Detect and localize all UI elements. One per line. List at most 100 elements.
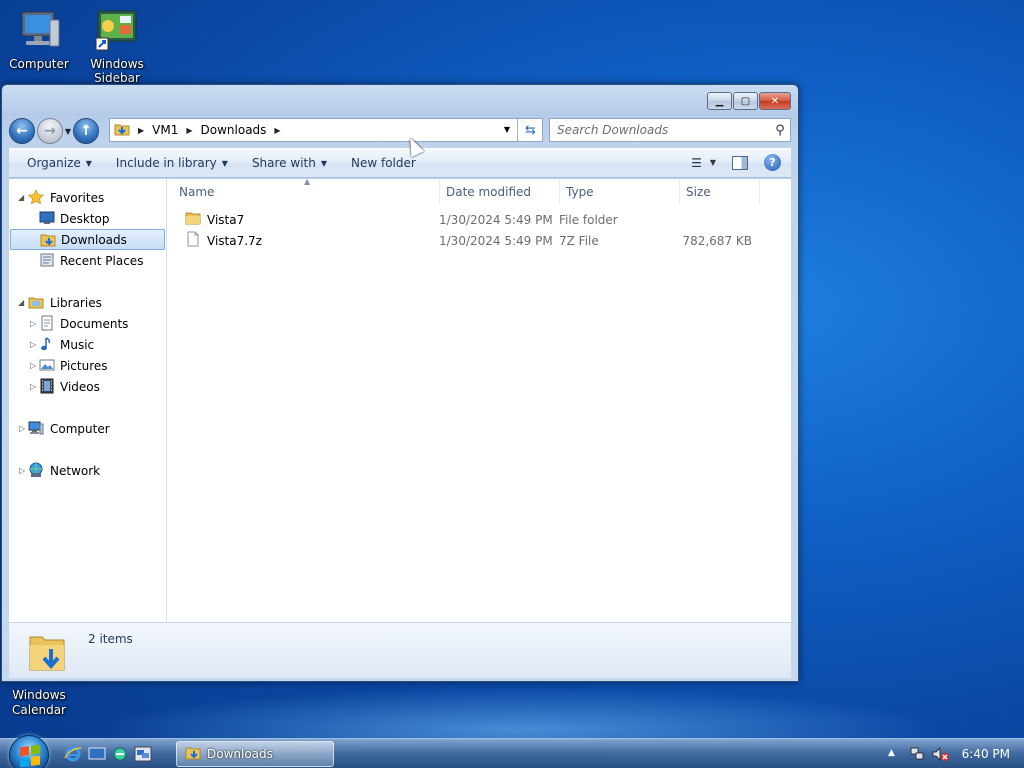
show-desktop-icon[interactable] <box>88 746 106 762</box>
clock[interactable]: 6:40 PM <box>962 747 1010 761</box>
new-folder-button[interactable]: New folder <box>339 156 428 170</box>
file-date-modified: 1/30/2024 5:49 PM <box>439 212 553 227</box>
column-label: Size <box>686 185 711 199</box>
collapsed-triangle-icon[interactable]: ▷ <box>30 382 36 391</box>
collapsed-triangle-icon[interactable]: ▷ <box>19 424 25 433</box>
volume-muted-icon[interactable] <box>932 746 950 765</box>
include-in-library-menu[interactable]: Include in library ▼ <box>104 156 240 170</box>
tree-item-libraries[interactable]: ◢ Libraries <box>9 292 166 313</box>
minimize-button[interactable]: ▁ <box>707 92 732 110</box>
back-arrow-icon: ← <box>16 123 28 139</box>
show-hidden-icons-button[interactable]: ▲ <box>888 748 895 758</box>
expanded-triangle-icon[interactable]: ◢ <box>18 193 24 202</box>
organize-menu[interactable]: Organize ▼ <box>15 156 104 170</box>
desktop-icon <box>39 210 55 226</box>
tree-item-network[interactable]: ▷ Network <box>9 460 166 481</box>
breadcrumb-separator-icon[interactable]: ▶ <box>274 126 280 135</box>
videos-icon <box>39 378 55 394</box>
minimize-icon: ▁ <box>715 95 724 107</box>
breadcrumb-separator-icon[interactable]: ▶ <box>186 126 192 135</box>
close-button[interactable]: ✕ <box>759 92 791 110</box>
column-header-date-modified[interactable]: Date modified <box>440 179 560 205</box>
desktop-icon-label: Computer <box>9 57 69 71</box>
recent-places-icon <box>39 252 55 268</box>
tree-item-pictures[interactable]: ▷ Pictures <box>9 355 166 376</box>
search-box: ⚲ <box>549 118 791 142</box>
downloads-folder-icon <box>185 745 201 764</box>
tree-item-documents[interactable]: ▷ Documents <box>9 313 166 334</box>
tree-item-desktop[interactable]: Desktop <box>9 208 166 229</box>
share-with-menu[interactable]: Share with ▼ <box>240 156 339 170</box>
chevron-down-icon: ▼ <box>320 158 327 168</box>
chevron-down-icon: ▼ <box>85 158 92 168</box>
tree-label-videos: Videos <box>60 379 100 394</box>
start-button[interactable] <box>9 735 49 768</box>
navigation-bar: ← → ▼ ↑ ▶ VM1 ▶ Downloads ▶ ▼ ⇆ ⚲ <box>9 117 791 145</box>
desktop-icon-windows-calendar[interactable]: Windows Calendar <box>1 688 77 718</box>
downloads-folder-icon <box>40 232 56 248</box>
switch-windows-icon[interactable] <box>111 746 129 762</box>
tree-item-computer[interactable]: ▷ Computer <box>9 418 166 439</box>
column-label: Type <box>566 185 594 199</box>
search-input[interactable] <box>550 123 770 137</box>
back-button[interactable]: ← <box>9 118 35 144</box>
collapsed-triangle-icon[interactable]: ▷ <box>30 340 36 349</box>
close-icon: ✕ <box>770 95 780 107</box>
tree-label-network: Network <box>50 463 101 478</box>
documents-icon <box>39 315 55 331</box>
tree-item-favorites[interactable]: ◢ Favorites <box>9 187 166 208</box>
maximize-icon: ▢ <box>740 95 751 107</box>
collapsed-triangle-icon[interactable]: ▷ <box>19 466 25 475</box>
recent-pages-dropdown[interactable]: ▼ <box>63 127 73 136</box>
address-history-dropdown[interactable]: ▼ <box>504 125 510 134</box>
computer-icon <box>28 420 44 436</box>
system-tray: ▲ 6:40 PM <box>874 739 1024 768</box>
column-header-size[interactable]: Size <box>680 179 760 205</box>
up-button[interactable]: ↑ <box>73 118 99 144</box>
refresh-button[interactable]: ⇆ <box>517 118 543 142</box>
tree-item-music[interactable]: ▷ Music <box>9 334 166 355</box>
file-row[interactable]: Vista7.7z 1/30/2024 5:49 PM 7Z File 782,… <box>167 230 787 251</box>
breadcrumb-separator-icon[interactable]: ▶ <box>138 126 144 135</box>
internet-explorer-icon[interactable] <box>64 746 82 762</box>
forward-arrow-icon: → <box>44 123 56 139</box>
column-header-type[interactable]: Type <box>560 179 680 205</box>
share-with-label: Share with <box>251 156 316 170</box>
tree-label-libraries: Libraries <box>50 295 102 310</box>
tree-label-computer: Computer <box>50 421 110 436</box>
taskbar-button-downloads[interactable]: Downloads <box>176 741 334 767</box>
file-name-cell: Vista7 <box>185 210 244 229</box>
help-button[interactable]: ? <box>764 154 781 171</box>
organize-label: Organize <box>27 156 81 170</box>
taskbar: Downloads ▲ 6:40 PM <box>0 735 1024 768</box>
collapsed-triangle-icon[interactable]: ▷ <box>30 319 36 328</box>
forward-button[interactable]: → <box>37 118 63 144</box>
column-headers: ▲ Name Date modified Type Size <box>167 177 791 205</box>
collapsed-triangle-icon[interactable]: ▷ <box>30 361 36 370</box>
command-bar-right: ☰ ▼ ? <box>691 154 781 171</box>
preview-pane-button[interactable] <box>732 155 748 170</box>
windows-logo-icon <box>20 744 40 768</box>
breadcrumb-vm1[interactable]: VM1 <box>152 123 178 137</box>
explorer-body: ◢ Favorites Desktop Downloads Recent Pla… <box>9 177 791 622</box>
windows-sidebar-icon <box>94 8 140 54</box>
maximize-button[interactable]: ▢ <box>733 92 758 110</box>
tree-item-videos[interactable]: ▷ Videos <box>9 376 166 397</box>
computer-icon <box>16 8 62 54</box>
tree-label-downloads: Downloads <box>61 232 127 247</box>
column-header-name[interactable]: Name <box>173 179 440 205</box>
expanded-triangle-icon[interactable]: ◢ <box>18 298 24 307</box>
search-icon[interactable]: ⚲ <box>770 123 790 138</box>
tree-item-downloads[interactable]: Downloads <box>10 229 165 250</box>
breadcrumb-downloads[interactable]: Downloads <box>201 123 267 137</box>
network-status-icon[interactable] <box>909 746 925 765</box>
item-count: 2 items <box>88 632 133 646</box>
address-bar[interactable]: ▶ VM1 ▶ Downloads ▶ ▼ <box>109 118 543 142</box>
command-bar: Organize ▼ Include in library ▼ Share with… <box>9 148 791 178</box>
tree-item-recent-places[interactable]: Recent Places <box>9 250 166 271</box>
file-row[interactable]: Vista7 1/30/2024 5:49 PM File folder <box>167 209 787 230</box>
change-view-button[interactable]: ☰ ▼ <box>691 156 716 170</box>
remote-desktop-icon[interactable] <box>134 746 152 762</box>
desktop-icon-windows-sidebar[interactable]: Windows Sidebar <box>79 8 155 85</box>
desktop-icon-computer[interactable]: Computer <box>1 8 77 71</box>
